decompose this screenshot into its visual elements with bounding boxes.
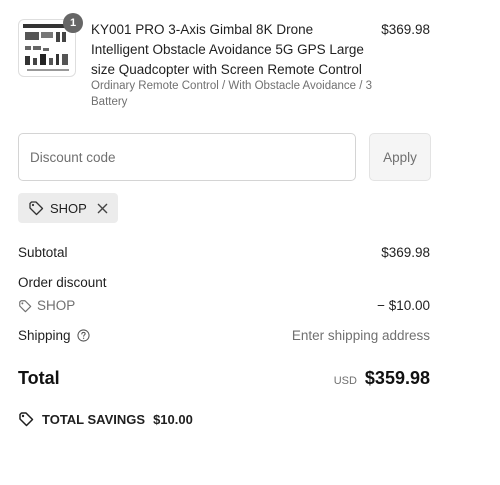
close-icon[interactable] xyxy=(97,203,108,214)
apply-button[interactable]: Apply xyxy=(369,133,431,181)
total-savings: TOTAL SAVINGS $10.00 xyxy=(18,411,193,427)
tag-icon xyxy=(29,201,44,216)
total-amount: $359.98 xyxy=(364,368,430,388)
discount-value: − $10.00 xyxy=(377,298,430,313)
savings-value: $10.00 xyxy=(153,411,193,427)
product-price: $369.98 xyxy=(381,22,430,37)
subtotal-label: Subtotal xyxy=(18,245,68,260)
discount-code-text: SHOP xyxy=(37,298,76,313)
discount-code-input[interactable] xyxy=(18,133,356,181)
savings-tag-icon xyxy=(19,412,34,427)
product-image xyxy=(23,24,73,71)
shipping-value: Enter shipping address xyxy=(291,328,430,343)
discount-code-row: SHOP xyxy=(18,298,75,313)
quantity-badge: 1 xyxy=(63,13,83,33)
help-circle-icon[interactable] xyxy=(76,329,90,342)
currency-code: USD xyxy=(333,375,357,387)
tag-icon xyxy=(19,299,32,312)
order-discount-label: Order discount xyxy=(18,275,107,290)
applied-discount-code: SHOP xyxy=(50,200,87,216)
shipping-row: Shipping xyxy=(18,328,90,343)
product-title: KY001 PRO 3-Axis Gimbal 8K Drone Intelli… xyxy=(91,22,364,77)
total-amount-group: USD $359.98 xyxy=(334,368,430,389)
product-variant: Ordinary Remote Control / With Obstacle … xyxy=(91,80,373,108)
savings-label: TOTAL SAVINGS xyxy=(42,411,146,427)
applied-discount-chip: SHOP xyxy=(18,193,118,223)
total-label: Total xyxy=(18,368,60,388)
subtotal-value: $369.98 xyxy=(381,245,430,260)
shipping-label: Shipping xyxy=(18,328,71,343)
